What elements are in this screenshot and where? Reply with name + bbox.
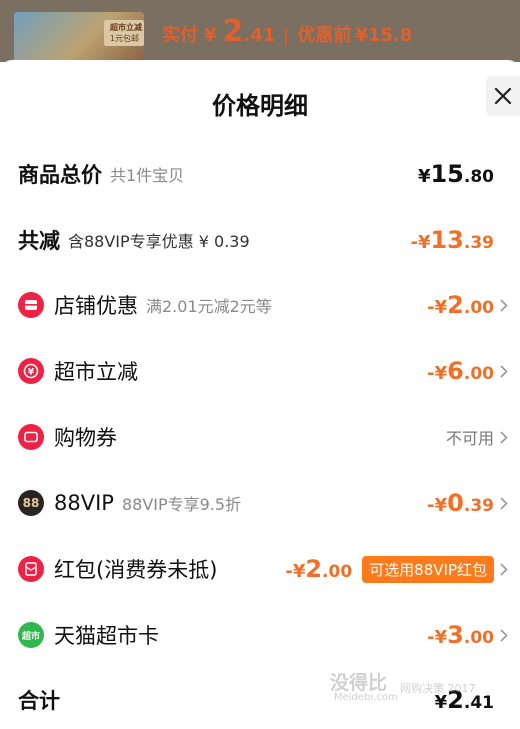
watermark-side: 网购决策 2017: [400, 682, 476, 695]
goods-total-label: 商品总价: [18, 163, 102, 187]
vip88-discount-note: 88VIP专享9.5折: [121, 495, 242, 514]
market-reduce-row[interactable]: ¥ 超市立减 -¥ 6.00: [0, 351, 520, 391]
tmall-card-row[interactable]: 超市 天猫超市卡 -¥ 3.00: [0, 615, 520, 655]
total-reduce-amount: -¥ 13.39: [410, 226, 494, 254]
store-discount-row[interactable]: 店铺优惠 满2.01元减2元等 -¥ 2.00: [0, 285, 520, 325]
red-packet-row[interactable]: 红包(消费券未抵) -¥ 2.00 可选用88VIP红包: [0, 549, 520, 589]
ticket-icon: [18, 424, 44, 450]
goods-total-amount: ¥15.80: [417, 160, 494, 188]
chevron-right-icon: [500, 628, 510, 642]
vip88-row[interactable]: 88 88VIP 88VIP专享9.5折 -¥ 0.39: [0, 483, 520, 523]
chevron-right-icon: [500, 298, 510, 312]
vip-included-note: 含88VIP专享优惠 ¥ 0.39: [68, 232, 250, 251]
store-discount-amount: -¥ 2.00: [427, 291, 494, 319]
watermark: 没得比: [330, 672, 388, 694]
store-discount-label: 店铺优惠: [54, 294, 138, 318]
vip-red-packet-badge[interactable]: 可选用88VIP红包: [362, 555, 494, 583]
price-detail-sheet: 价格明细 商品总价 共1件宝贝 ¥15.80 共减 含88VIP专享优惠 ¥ 0…: [0, 60, 520, 729]
paid-amount-int: 2: [222, 14, 244, 49]
total-label: 合计: [18, 689, 60, 713]
tmall-card-amount: -¥ 3.00: [427, 621, 494, 649]
yuan-icon: ¥: [18, 358, 44, 384]
before-discount-amount: ¥15.8: [355, 25, 413, 46]
separator: |: [283, 25, 290, 46]
store-discount-rule: 满2.01元减2元等: [146, 297, 272, 316]
shopping-voucher-row[interactable]: 购物券 不可用: [0, 417, 520, 457]
store-icon: [18, 292, 44, 318]
close-button[interactable]: [486, 76, 520, 116]
chevron-right-icon: [500, 364, 510, 378]
sheet-title: 价格明细: [212, 92, 308, 120]
shopping-voucher-label: 购物券: [54, 426, 117, 450]
watermark-url: Meidebi.com: [334, 692, 398, 703]
thumb-text-2: 1元包邮: [110, 34, 140, 43]
paid-currency: ¥: [204, 25, 217, 46]
tmall-card-label: 天猫超市卡: [54, 624, 159, 648]
paid-amount-dec: .41: [243, 25, 276, 46]
chevron-right-icon: [500, 496, 510, 510]
red-packet-icon: [18, 556, 44, 582]
product-thumbnail[interactable]: 超市立减 1元包邮: [14, 12, 144, 62]
red-packet-amount: -¥ 2.00: [285, 555, 353, 583]
paid-summary: 实付 ¥ 2 .41 | 优惠前 ¥15.8: [162, 14, 412, 49]
vip88-icon: 88: [18, 490, 44, 516]
goods-total-row: 商品总价 共1件宝贝 ¥15.80: [0, 154, 520, 194]
tmall-market-icon: 超市: [18, 622, 44, 648]
market-reduce-amount: -¥ 6.00: [427, 357, 494, 385]
paid-label: 实付: [162, 25, 198, 46]
thumb-text: 超市立减: [110, 23, 142, 32]
chevron-right-icon: [500, 430, 510, 444]
red-packet-label: 红包(消费券未抵): [54, 558, 218, 582]
svg-text:¥: ¥: [28, 368, 35, 378]
chevron-right-icon: [500, 562, 510, 576]
total-reduce-label: 共减: [18, 229, 60, 253]
voucher-unavailable: 不可用: [445, 429, 494, 448]
close-icon: [494, 87, 512, 105]
market-reduce-label: 超市立减: [54, 360, 138, 384]
vip88-amount: -¥ 0.39: [427, 489, 494, 517]
vip88-label: 88VIP: [54, 491, 114, 515]
total-reduce-row: 共减 含88VIP专享优惠 ¥ 0.39 -¥ 13.39: [0, 220, 520, 260]
product-summary-bar: 超市立减 1元包邮 实付 ¥ 2 .41 | 优惠前 ¥15.8: [0, 0, 520, 62]
before-discount-label: 优惠前: [297, 25, 352, 46]
goods-count: 共1件宝贝: [110, 166, 185, 185]
